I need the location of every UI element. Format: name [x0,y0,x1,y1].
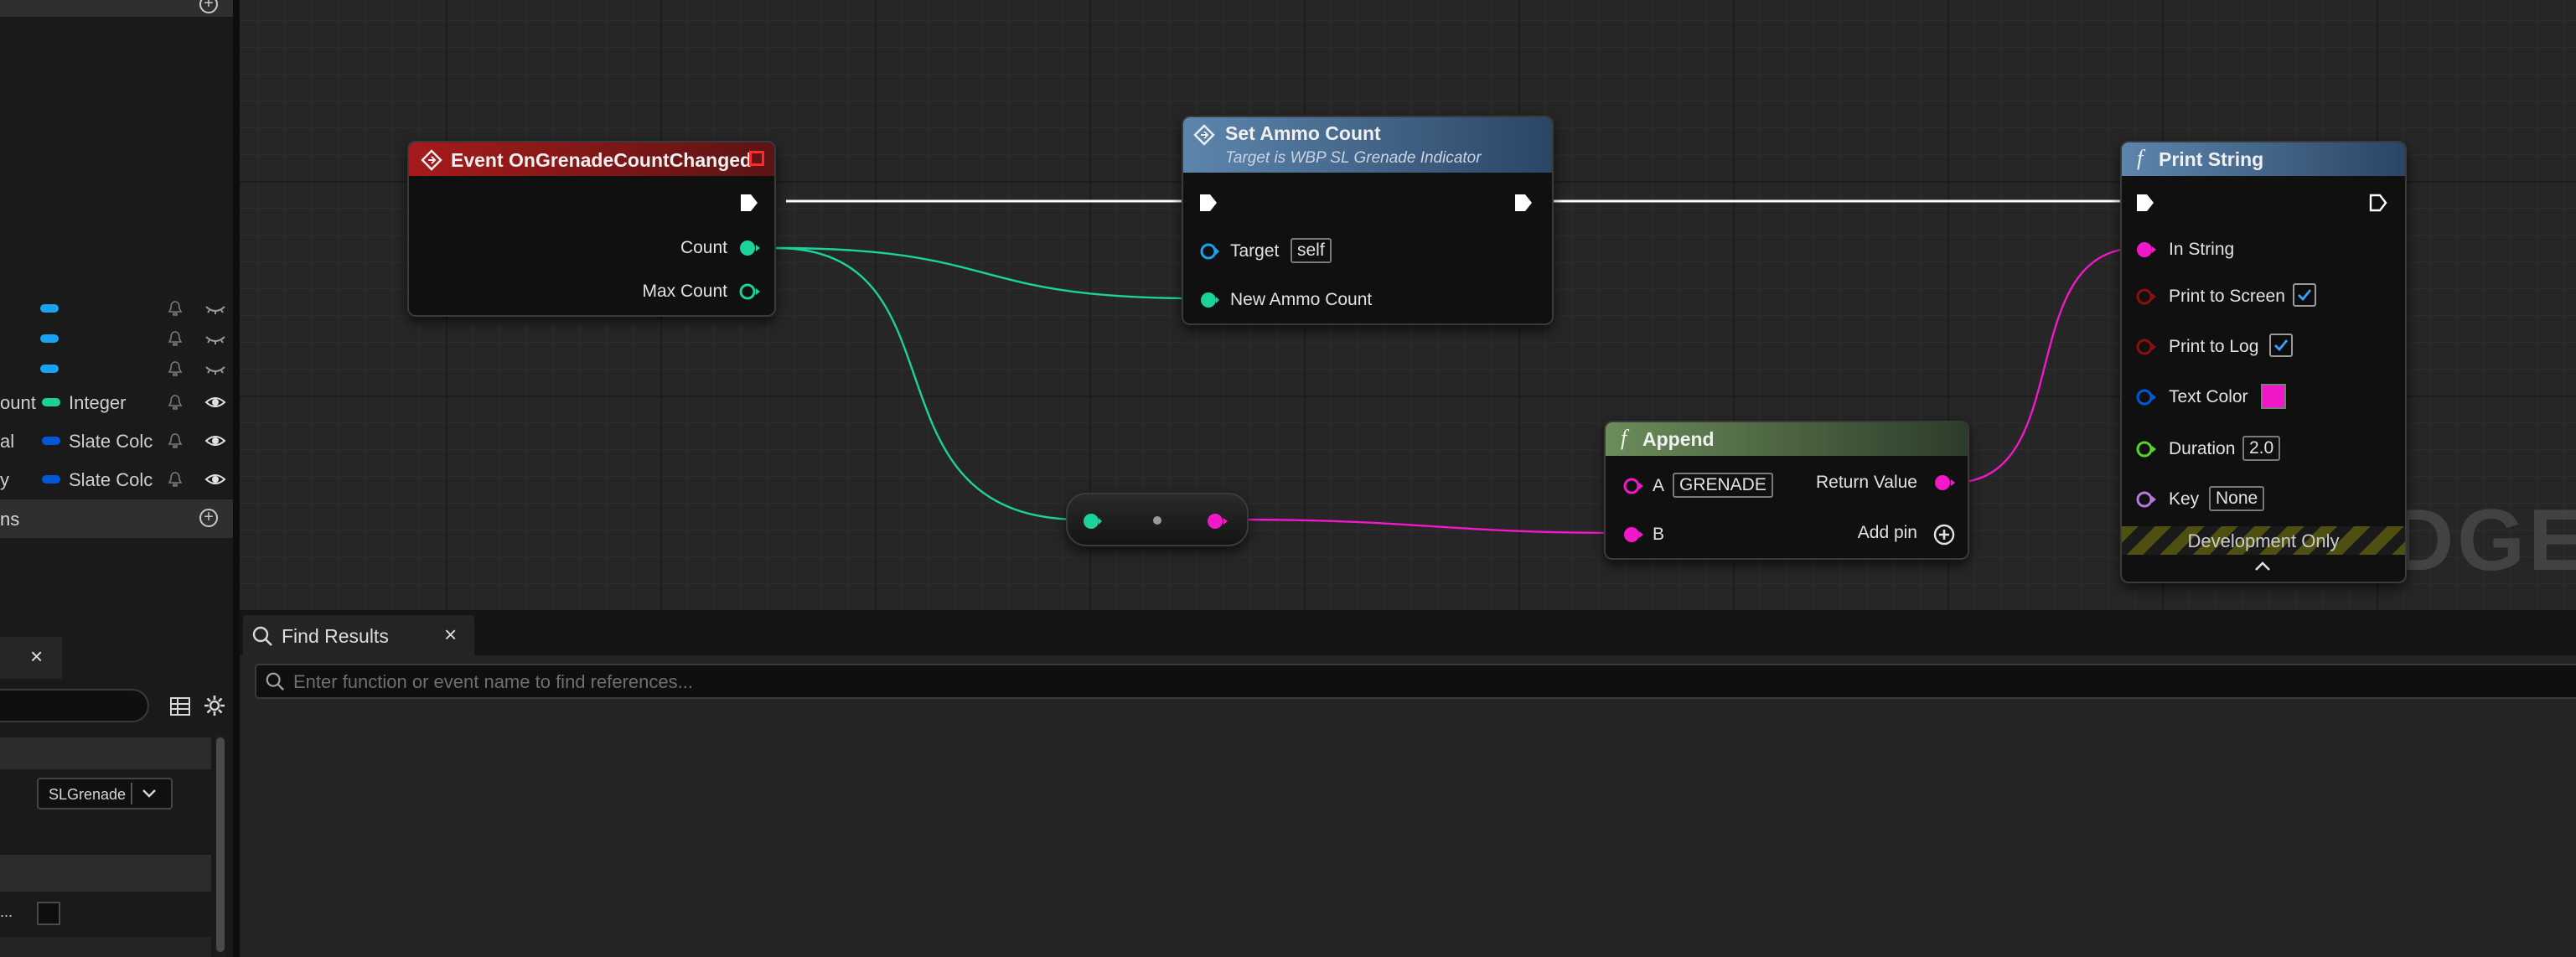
find-search-box[interactable] [255,664,2576,699]
conversion-in-pin[interactable] [1079,510,1103,533]
find-search-input[interactable] [292,665,2558,699]
max-count-pin-label: Max Count [642,282,727,301]
count-to-ammo-wire [775,246,1197,300]
exec-out-pin[interactable] [737,191,761,215]
a-label: A [1653,476,1665,495]
in-string-label: In String [2169,240,2235,259]
b-pin[interactable] [1621,523,1644,546]
int-to-string-conversion-node[interactable] [1066,493,1249,546]
add-pin-label[interactable]: Add pin [1858,523,1917,543]
count-to-convert-wire [775,246,1082,521]
find-results-panel: Find Results × [240,610,2576,957]
print-to-log-pin[interactable] [2134,335,2157,359]
duration-pin[interactable] [2134,437,2157,461]
function-diamond-icon [1193,124,1215,146]
in-string-pin[interactable] [2134,238,2157,261]
text-color-swatch[interactable] [2261,384,2286,409]
exec-in-pin[interactable] [1197,191,1220,215]
details-row [0,937,211,957]
event-node[interactable]: Event OnGrenadeCountChanged Count Max Co… [407,141,776,317]
table-view-icon[interactable] [169,696,191,717]
append-node-title: Append [1642,428,1715,450]
development-only-banner: Development Only [2122,526,2405,555]
print-to-log-checkbox[interactable] [2269,334,2293,357]
event-node-header[interactable]: Event OnGrenadeCountChanged [409,142,774,176]
add-pin-icon[interactable] [1932,523,1956,546]
append-node-header[interactable]: f Append [1606,422,1968,456]
find-tab-bar: Find Results × [240,610,2576,655]
key-label: Key [2169,489,2200,509]
conversion-dot [1153,516,1161,525]
collapse-chevron-up-icon[interactable] [2253,558,2273,573]
gear-icon[interactable] [203,694,226,717]
exec-out-pin[interactable] [1512,191,1535,215]
target-pin[interactable] [1197,240,1220,263]
print-to-log-label: Print to Log [2169,337,2259,356]
text-color-label: Text Color [2169,387,2248,406]
append-to-print-wire [1952,246,2139,484]
detail-checkbox[interactable] [37,902,60,925]
print-to-screen-label: Print to Screen [2169,287,2285,306]
event-diamond-icon [421,149,442,171]
a-value[interactable]: GRENADE [1673,473,1773,498]
select-value: SLGrenade [49,786,127,803]
exec-out-pin[interactable] [2367,191,2390,215]
function-icon: f [1621,426,1627,450]
a-pin[interactable] [1621,474,1644,498]
text-color-pin[interactable] [2134,385,2157,409]
search-icon [252,626,272,646]
return-value-label: Return Value [1815,473,1917,492]
set-node-subtitle: Target is WBP SL Grenade Indicator [1225,149,1482,167]
detail-row-label: ... [0,903,13,920]
event-node-title: Event OnGrenadeCountChanged [451,149,753,171]
details-tab[interactable]: × [0,637,62,679]
close-icon[interactable]: × [30,644,43,670]
exec-in-pin[interactable] [2134,191,2157,215]
key-pin[interactable] [2134,488,2157,511]
development-only-label: Development Only [2187,530,2340,551]
set-ammo-count-node[interactable]: Set Ammo Count Target is WBP SL Grenade … [1182,116,1554,325]
target-label: Target [1230,241,1280,261]
close-icon[interactable]: × [444,622,457,648]
details-scrollbar-thumb[interactable] [216,737,225,952]
target-value[interactable]: self [1291,238,1332,263]
checkmark-icon [2274,339,2289,352]
find-results-tab[interactable]: Find Results × [243,615,474,655]
conversion-out-pin[interactable] [1205,510,1229,533]
details-search-input[interactable] [0,689,149,722]
count-pin[interactable] [737,236,761,260]
new-ammo-count-label: New Ammo Count [1230,290,1373,309]
duration-value[interactable]: 2.0 [2242,436,2281,461]
print-to-screen-checkbox[interactable] [2293,283,2316,307]
print-to-screen-pin[interactable] [2134,285,2157,308]
select-divider [131,783,132,804]
function-icon: f [2137,146,2144,170]
search-icon [266,672,285,691]
print-string-node[interactable]: f Print String In String Print to Screen… [2120,141,2407,583]
chevron-down-icon [142,789,156,798]
max-count-pin[interactable] [737,280,761,303]
print-node-title: Print String [2159,148,2264,170]
count-pin-label: Count [680,238,727,257]
set-node-title: Set Ammo Count [1225,122,1381,144]
find-results-tab-label: Find Results [282,625,389,647]
details-category-header[interactable] [0,855,211,892]
return-value-pin[interactable] [1932,471,1956,494]
print-node-header[interactable]: f Print String [2122,142,2405,176]
details-category-header[interactable] [0,737,211,769]
new-ammo-count-pin[interactable] [1197,288,1220,312]
duration-label: Duration [2169,439,2236,458]
b-label: B [1653,525,1665,544]
key-value[interactable]: None [2209,486,2265,511]
delegate-pin[interactable] [749,151,764,166]
append-node[interactable]: f Append A GRENADE Return Value B Add pi… [1604,421,1969,560]
details-class-select[interactable]: SLGrenade [37,778,173,810]
set-node-header[interactable]: Set Ammo Count Target is WBP SL Grenade … [1183,117,1552,173]
convert-to-append-wire [1229,518,1627,535]
checkmark-icon [2298,289,2312,302]
